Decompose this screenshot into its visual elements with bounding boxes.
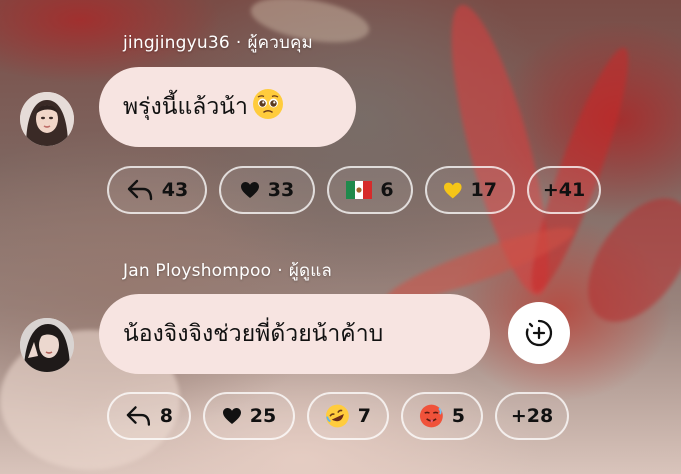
heart-icon bbox=[222, 408, 241, 424]
reaction-count: 17 bbox=[470, 178, 497, 201]
username[interactable]: jingjingyu36 bbox=[123, 33, 230, 53]
message-text: น้องจิงจิงช่วยพี่ด้วยน้าค้าบ bbox=[123, 321, 384, 347]
more-reactions-count: +41 bbox=[542, 178, 586, 201]
comment-header: jingjingyu36 · ผู้ควบคุม bbox=[123, 29, 313, 56]
reaction-row: 43 33 6 17 +41 bbox=[107, 166, 601, 214]
message-bubble[interactable]: น้องจิงจิงช่วยพี่ด้วยน้าค้าบ bbox=[99, 294, 490, 374]
add-reaction-icon bbox=[525, 319, 553, 347]
reply-chip[interactable]: 43 bbox=[107, 166, 207, 214]
reaction-count: 43 bbox=[161, 178, 189, 201]
role-label: ผู้ควบคุม bbox=[247, 33, 313, 53]
avatar[interactable] bbox=[20, 92, 74, 146]
separator: · bbox=[235, 33, 242, 53]
message-text: พรุ่งนี้แล้วน้า bbox=[123, 94, 248, 120]
more-reactions-count: +28 bbox=[510, 404, 554, 427]
yellow-heart-icon bbox=[443, 182, 462, 198]
reaction-count: 8 bbox=[159, 404, 173, 427]
separator: · bbox=[277, 261, 283, 281]
yellow-heart-chip[interactable]: 17 bbox=[425, 166, 515, 214]
avatar[interactable] bbox=[20, 318, 74, 372]
reaction-row: 8 25 7 5 +28 bbox=[107, 392, 569, 440]
heart-icon bbox=[240, 182, 259, 198]
rofl-chip[interactable]: 7 bbox=[307, 392, 389, 440]
username[interactable]: Jan Ployshompoo bbox=[123, 261, 271, 281]
role-label: ผู้ดูแล bbox=[288, 261, 333, 281]
reply-chip[interactable]: 8 bbox=[107, 392, 191, 440]
pleading-face-icon bbox=[252, 88, 284, 126]
more-reactions-chip[interactable]: +41 bbox=[527, 166, 601, 214]
reaction-count: 6 bbox=[380, 178, 394, 201]
comment-header: Jan Ployshompoo · ผู้ดูแล bbox=[123, 257, 332, 284]
rofl-emoji-icon bbox=[325, 404, 349, 428]
reaction-count: 5 bbox=[451, 404, 465, 427]
reply-icon bbox=[126, 406, 151, 426]
mexico-flag-icon bbox=[346, 181, 373, 199]
hot-face-emoji-icon bbox=[419, 404, 443, 428]
hot-face-chip[interactable]: 5 bbox=[401, 392, 483, 440]
reaction-count: 7 bbox=[357, 404, 371, 427]
message-bubble[interactable]: พรุ่งนี้แล้วน้า bbox=[99, 67, 356, 147]
reply-icon bbox=[127, 179, 152, 201]
more-reactions-chip[interactable]: +28 bbox=[495, 392, 569, 440]
mexico-flag-chip[interactable]: 6 bbox=[327, 166, 413, 214]
heart-chip[interactable]: 25 bbox=[203, 392, 295, 440]
heart-chip[interactable]: 33 bbox=[219, 166, 315, 214]
reaction-count: 25 bbox=[249, 404, 277, 427]
reaction-count: 33 bbox=[267, 178, 295, 201]
add-reaction-button[interactable] bbox=[508, 302, 570, 364]
